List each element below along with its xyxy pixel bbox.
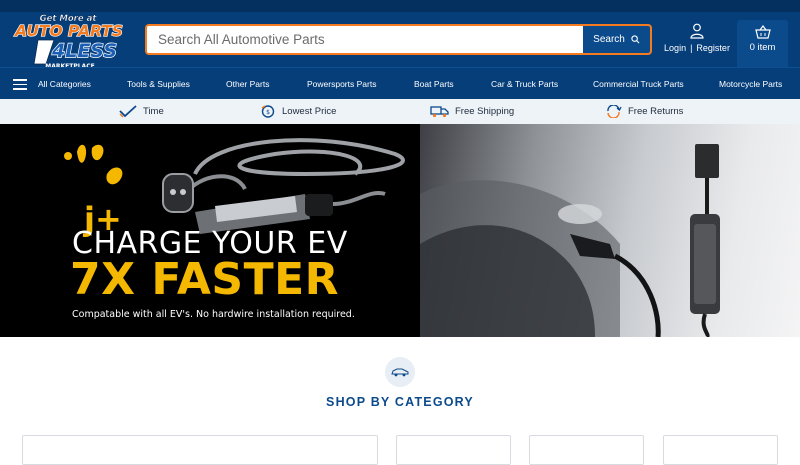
trust-label-time: Time (143, 106, 164, 117)
basket-icon (754, 25, 771, 39)
search-button-label: Search (593, 34, 625, 45)
check-icon (119, 105, 137, 118)
svg-text:$: $ (266, 109, 270, 116)
category-car-icon (385, 357, 415, 387)
nav-car-truck-parts[interactable]: Car & Truck Parts (491, 79, 558, 89)
header-bar: Get More at AUTO PARTS 4LESS MARKETPLACE… (0, 0, 800, 70)
main-nav: All Categories Tools & Supplies Other Pa… (0, 67, 800, 99)
price-tag-icon: $ (261, 105, 275, 118)
trust-item-free-returns: Free Returns (605, 105, 683, 118)
trust-item-time: Time (119, 105, 164, 118)
search-button[interactable]: Search (583, 26, 650, 53)
nav-tools-supplies[interactable]: Tools & Supplies (127, 79, 190, 89)
trust-item-free-shipping: Free Shipping (430, 105, 514, 118)
category-card[interactable] (663, 435, 778, 465)
trust-label-free-returns: Free Returns (628, 106, 684, 117)
returns-icon (607, 105, 622, 118)
account-menu: Login | Register (662, 22, 732, 67)
nav-motorcycle-parts[interactable]: Motorcycle Parts (719, 79, 782, 89)
user-icon[interactable] (690, 23, 704, 39)
login-link[interactable]: Login (664, 43, 686, 53)
cart-button[interactable]: 0 item (737, 20, 788, 69)
logo-4less: 4LESS (51, 40, 117, 62)
search-icon (631, 35, 640, 44)
category-card[interactable] (396, 435, 511, 465)
hero-note: Compatable with all EV's. No hardwire in… (72, 309, 355, 320)
site-logo[interactable]: Get More at AUTO PARTS 4LESS MARKETPLACE (10, 6, 128, 72)
search-input[interactable] (147, 26, 583, 53)
login-register-separator: | (690, 43, 693, 53)
logo-auto-parts: AUTO PARTS (14, 22, 123, 40)
trust-label-lowest-price: Lowest Price (282, 106, 337, 117)
category-card[interactable] (529, 435, 644, 465)
truck-icon (430, 106, 449, 118)
hero-car-image (420, 124, 800, 337)
nav-other-parts[interactable]: Other Parts (226, 79, 269, 89)
nav-all-categories[interactable]: All Categories (38, 79, 91, 89)
category-card[interactable] (22, 435, 378, 465)
hero-subtitle: 7X FASTER (70, 254, 340, 305)
hamburger-icon[interactable] (13, 79, 27, 90)
nav-commercial-truck-parts[interactable]: Commercial Truck Parts (593, 79, 684, 89)
register-link[interactable]: Register (696, 43, 730, 53)
jplus-logo: j+ (64, 144, 123, 238)
trust-bar: Time $ Lowest Price Free Shipping Free R… (0, 99, 800, 124)
shop-by-category-title: SHOP BY CATEGORY (326, 395, 474, 409)
nav-boat-parts[interactable]: Boat Parts (414, 79, 454, 89)
cart-count-label: 0 item (749, 42, 776, 53)
trust-item-lowest-price: $ Lowest Price (260, 105, 336, 118)
nav-powersports-parts[interactable]: Powersports Parts (307, 79, 376, 89)
trust-label-free-shipping: Free Shipping (455, 106, 515, 117)
search-box: Search (145, 24, 652, 55)
